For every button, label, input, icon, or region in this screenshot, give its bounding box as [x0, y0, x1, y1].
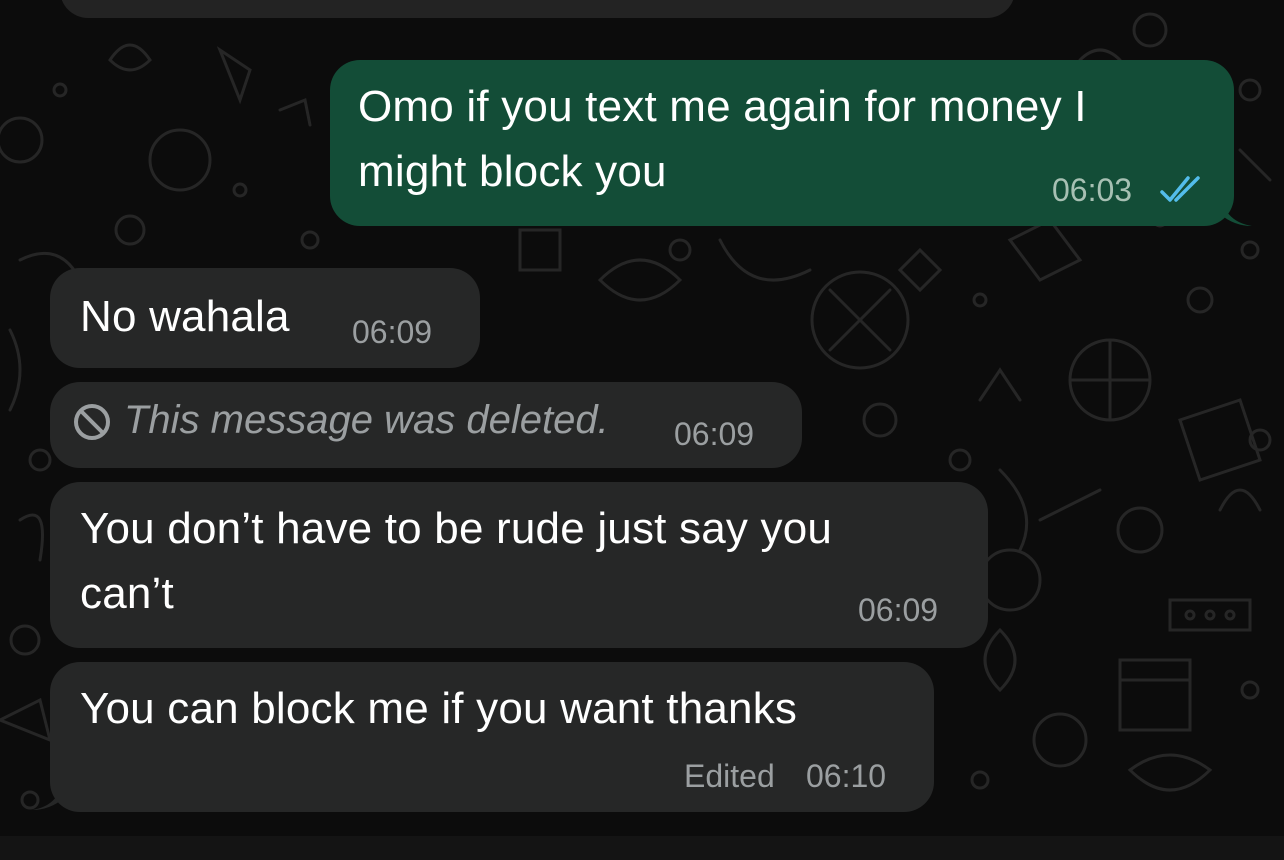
message-text-line: can’t: [80, 569, 174, 618]
chat-area[interactable]: Omo if you text me again for money I mig…: [0, 0, 1284, 860]
message-text-line: You don’t have to be rude just say you: [80, 504, 833, 553]
message-time: 06:03: [1052, 172, 1133, 208]
message-bubble-incoming[interactable]: You can block me if you want thanks Edit…: [50, 662, 934, 812]
deleted-message-bubble[interactable]: This message was deleted. 06:09: [50, 382, 802, 468]
message-text-line: No wahala: [80, 292, 290, 341]
message-bubble-incoming[interactable]: No wahala 06:09: [50, 268, 480, 368]
message-bubble-outgoing[interactable]: Omo if you text me again for money I mig…: [330, 60, 1234, 226]
composer-bar-partial: [0, 836, 1284, 860]
message-text-line: might block you: [358, 147, 667, 196]
message-text-line: Omo if you text me again for money I: [358, 82, 1087, 131]
previous-message-bubble-partial: [60, 0, 1015, 18]
double-check-read-icon: [1160, 176, 1200, 202]
deleted-message-text: This message was deleted.: [124, 398, 609, 442]
edited-label: Edited: [684, 758, 775, 794]
prohibited-icon: [74, 404, 110, 440]
message-time: 06:09: [352, 314, 433, 350]
message-bubble-incoming[interactable]: You don’t have to be rude just say you c…: [50, 482, 988, 648]
message-time: 06:09: [674, 416, 755, 452]
message-text-line: You can block me if you want thanks: [80, 684, 798, 733]
message-time: 06:10: [806, 758, 887, 794]
message-time: 06:09: [858, 592, 939, 628]
